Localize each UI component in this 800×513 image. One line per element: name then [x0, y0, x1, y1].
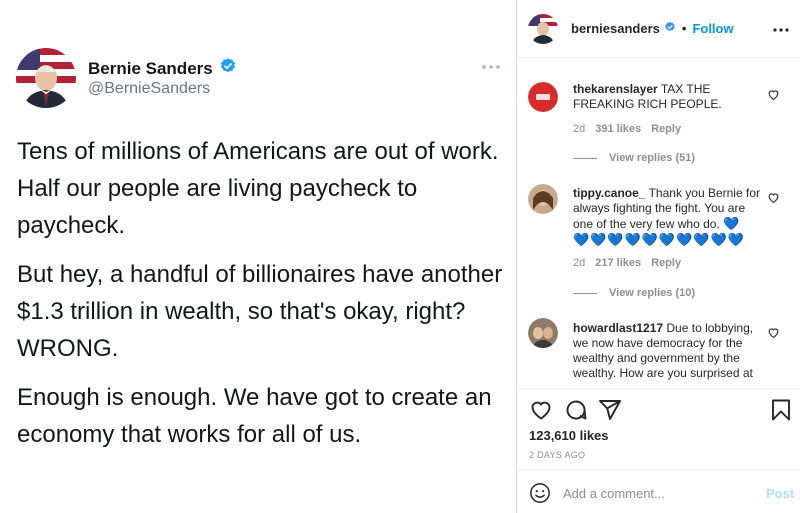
- comment-meta: 2d 217 likes Reply: [573, 257, 681, 269]
- avatar[interactable]: [528, 82, 558, 112]
- comment-text: thekarenslayer TAX THE FREAKING RICH PEO…: [573, 82, 763, 112]
- post-button[interactable]: Post: [766, 486, 794, 501]
- comment-likes[interactable]: 391 likes: [595, 123, 641, 135]
- avatar[interactable]: [528, 14, 558, 44]
- view-replies-button[interactable]: View replies (10): [573, 287, 695, 299]
- follow-button[interactable]: Follow: [692, 21, 733, 36]
- verified-icon: [664, 21, 676, 36]
- comment-time: 2d: [573, 123, 586, 135]
- avatar[interactable]: [528, 318, 558, 348]
- reply-button[interactable]: Reply: [651, 257, 681, 269]
- avatar[interactable]: [16, 48, 76, 108]
- tweet-card: Bernie Sanders @BernieSanders Tens of mi…: [0, 0, 516, 513]
- comment-likes[interactable]: 217 likes: [595, 257, 641, 269]
- comment-username[interactable]: tippy.canoe_: [573, 186, 645, 200]
- heart-icon[interactable]: [529, 398, 553, 422]
- heart-icon[interactable]: [767, 326, 780, 339]
- tweet-author[interactable]: Bernie Sanders: [88, 57, 237, 80]
- comment-text: howardlast1217 Due to lobbying, we now h…: [573, 321, 763, 380]
- post-header: berniesanders • Follow: [517, 0, 800, 58]
- heart-emoji: 💙: [723, 216, 741, 231]
- comment-username[interactable]: howardlast1217: [573, 321, 663, 335]
- instagram-panel: berniesanders • Follow thekarenslayer TA…: [517, 0, 800, 513]
- tweet-paragraph: But hey, a handful of billionaires have …: [17, 261, 503, 362]
- divider: [517, 388, 800, 389]
- verified-icon: [219, 57, 237, 80]
- post-author-username[interactable]: berniesanders: [571, 21, 660, 36]
- bookmark-icon[interactable]: [769, 398, 793, 422]
- more-icon[interactable]: [772, 22, 790, 32]
- comment-meta: 2d 391 likes Reply: [573, 123, 681, 135]
- heart-emoji-row: 💙💙💙💙💙💙💙💙💙💙: [573, 232, 745, 247]
- tweet-paragraph: Tens of millions of Americans are out of…: [17, 138, 499, 239]
- tweet-handle[interactable]: @BernieSanders: [88, 80, 210, 98]
- view-replies-label[interactable]: View replies (51): [609, 152, 695, 164]
- emoji-icon[interactable]: [529, 482, 551, 504]
- share-icon[interactable]: [598, 398, 622, 422]
- more-icon[interactable]: [478, 60, 504, 74]
- post-author: berniesanders • Follow: [571, 21, 734, 36]
- comment-icon[interactable]: [564, 398, 588, 422]
- view-replies-button[interactable]: View replies (51): [573, 152, 695, 164]
- divider: [517, 469, 800, 470]
- separator-dot: •: [681, 21, 687, 36]
- tweet-paragraph: Enough is enough. We have got to create …: [17, 384, 492, 448]
- heart-icon[interactable]: [767, 191, 780, 204]
- reply-button[interactable]: Reply: [651, 123, 681, 135]
- post-timestamp: 2 DAYS AGO: [529, 450, 586, 460]
- divider: [573, 157, 597, 159]
- comment-username[interactable]: thekarenslayer: [573, 82, 658, 96]
- avatar[interactable]: [528, 184, 558, 214]
- list-item: howardlast1217 Due to lobbying, we now h…: [517, 318, 800, 380]
- tweet-author-name[interactable]: Bernie Sanders: [88, 59, 213, 79]
- heart-icon[interactable]: [767, 88, 780, 101]
- comment-time: 2d: [573, 257, 586, 269]
- likes-count[interactable]: 123,610 likes: [529, 428, 609, 443]
- comment-input[interactable]: [563, 481, 753, 505]
- view-replies-label[interactable]: View replies (10): [609, 287, 695, 299]
- divider: [573, 292, 597, 294]
- comment-text: tippy.canoe_ Thank you Bernie for always…: [573, 186, 763, 248]
